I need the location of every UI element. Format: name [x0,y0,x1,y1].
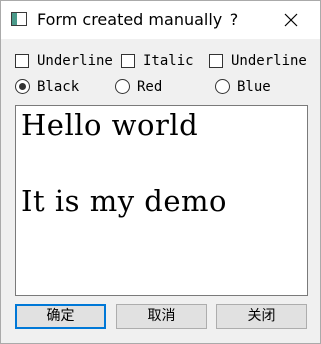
help-button[interactable]: ? [223,7,245,33]
checkbox-label: Italic [143,53,194,69]
radio-selected-dot [19,83,26,90]
checkbox-box[interactable] [209,54,223,68]
close-icon [284,13,298,27]
title-bar[interactable]: Form created manually ? [1,1,320,39]
radio-button[interactable] [15,79,30,94]
close-button[interactable]: 关闭 [216,304,307,329]
checkbox-label: Underline [37,53,113,69]
checkbox-box[interactable] [15,54,29,68]
ok-button[interactable]: 确定 [15,304,106,329]
radio-label: Black [37,79,80,95]
radio-button[interactable] [215,79,230,94]
radio-button[interactable] [115,79,130,94]
text-editor[interactable]: Hello world It is my demo [15,105,308,296]
editor-line: Hello world [21,108,199,142]
dialog-window: Form created manually ? Underline Italic… [0,0,321,344]
radio-label: Blue [237,79,271,95]
checkbox-label: Underline [231,53,307,69]
close-window-button[interactable] [277,7,305,33]
checkbox-box[interactable] [121,54,135,68]
radio-label: Red [137,79,163,95]
cancel-button[interactable]: 取消 [116,304,207,329]
window-app-icon [11,12,27,26]
editor-line: It is my demo [21,184,227,218]
window-title: Form created manually [37,10,223,29]
